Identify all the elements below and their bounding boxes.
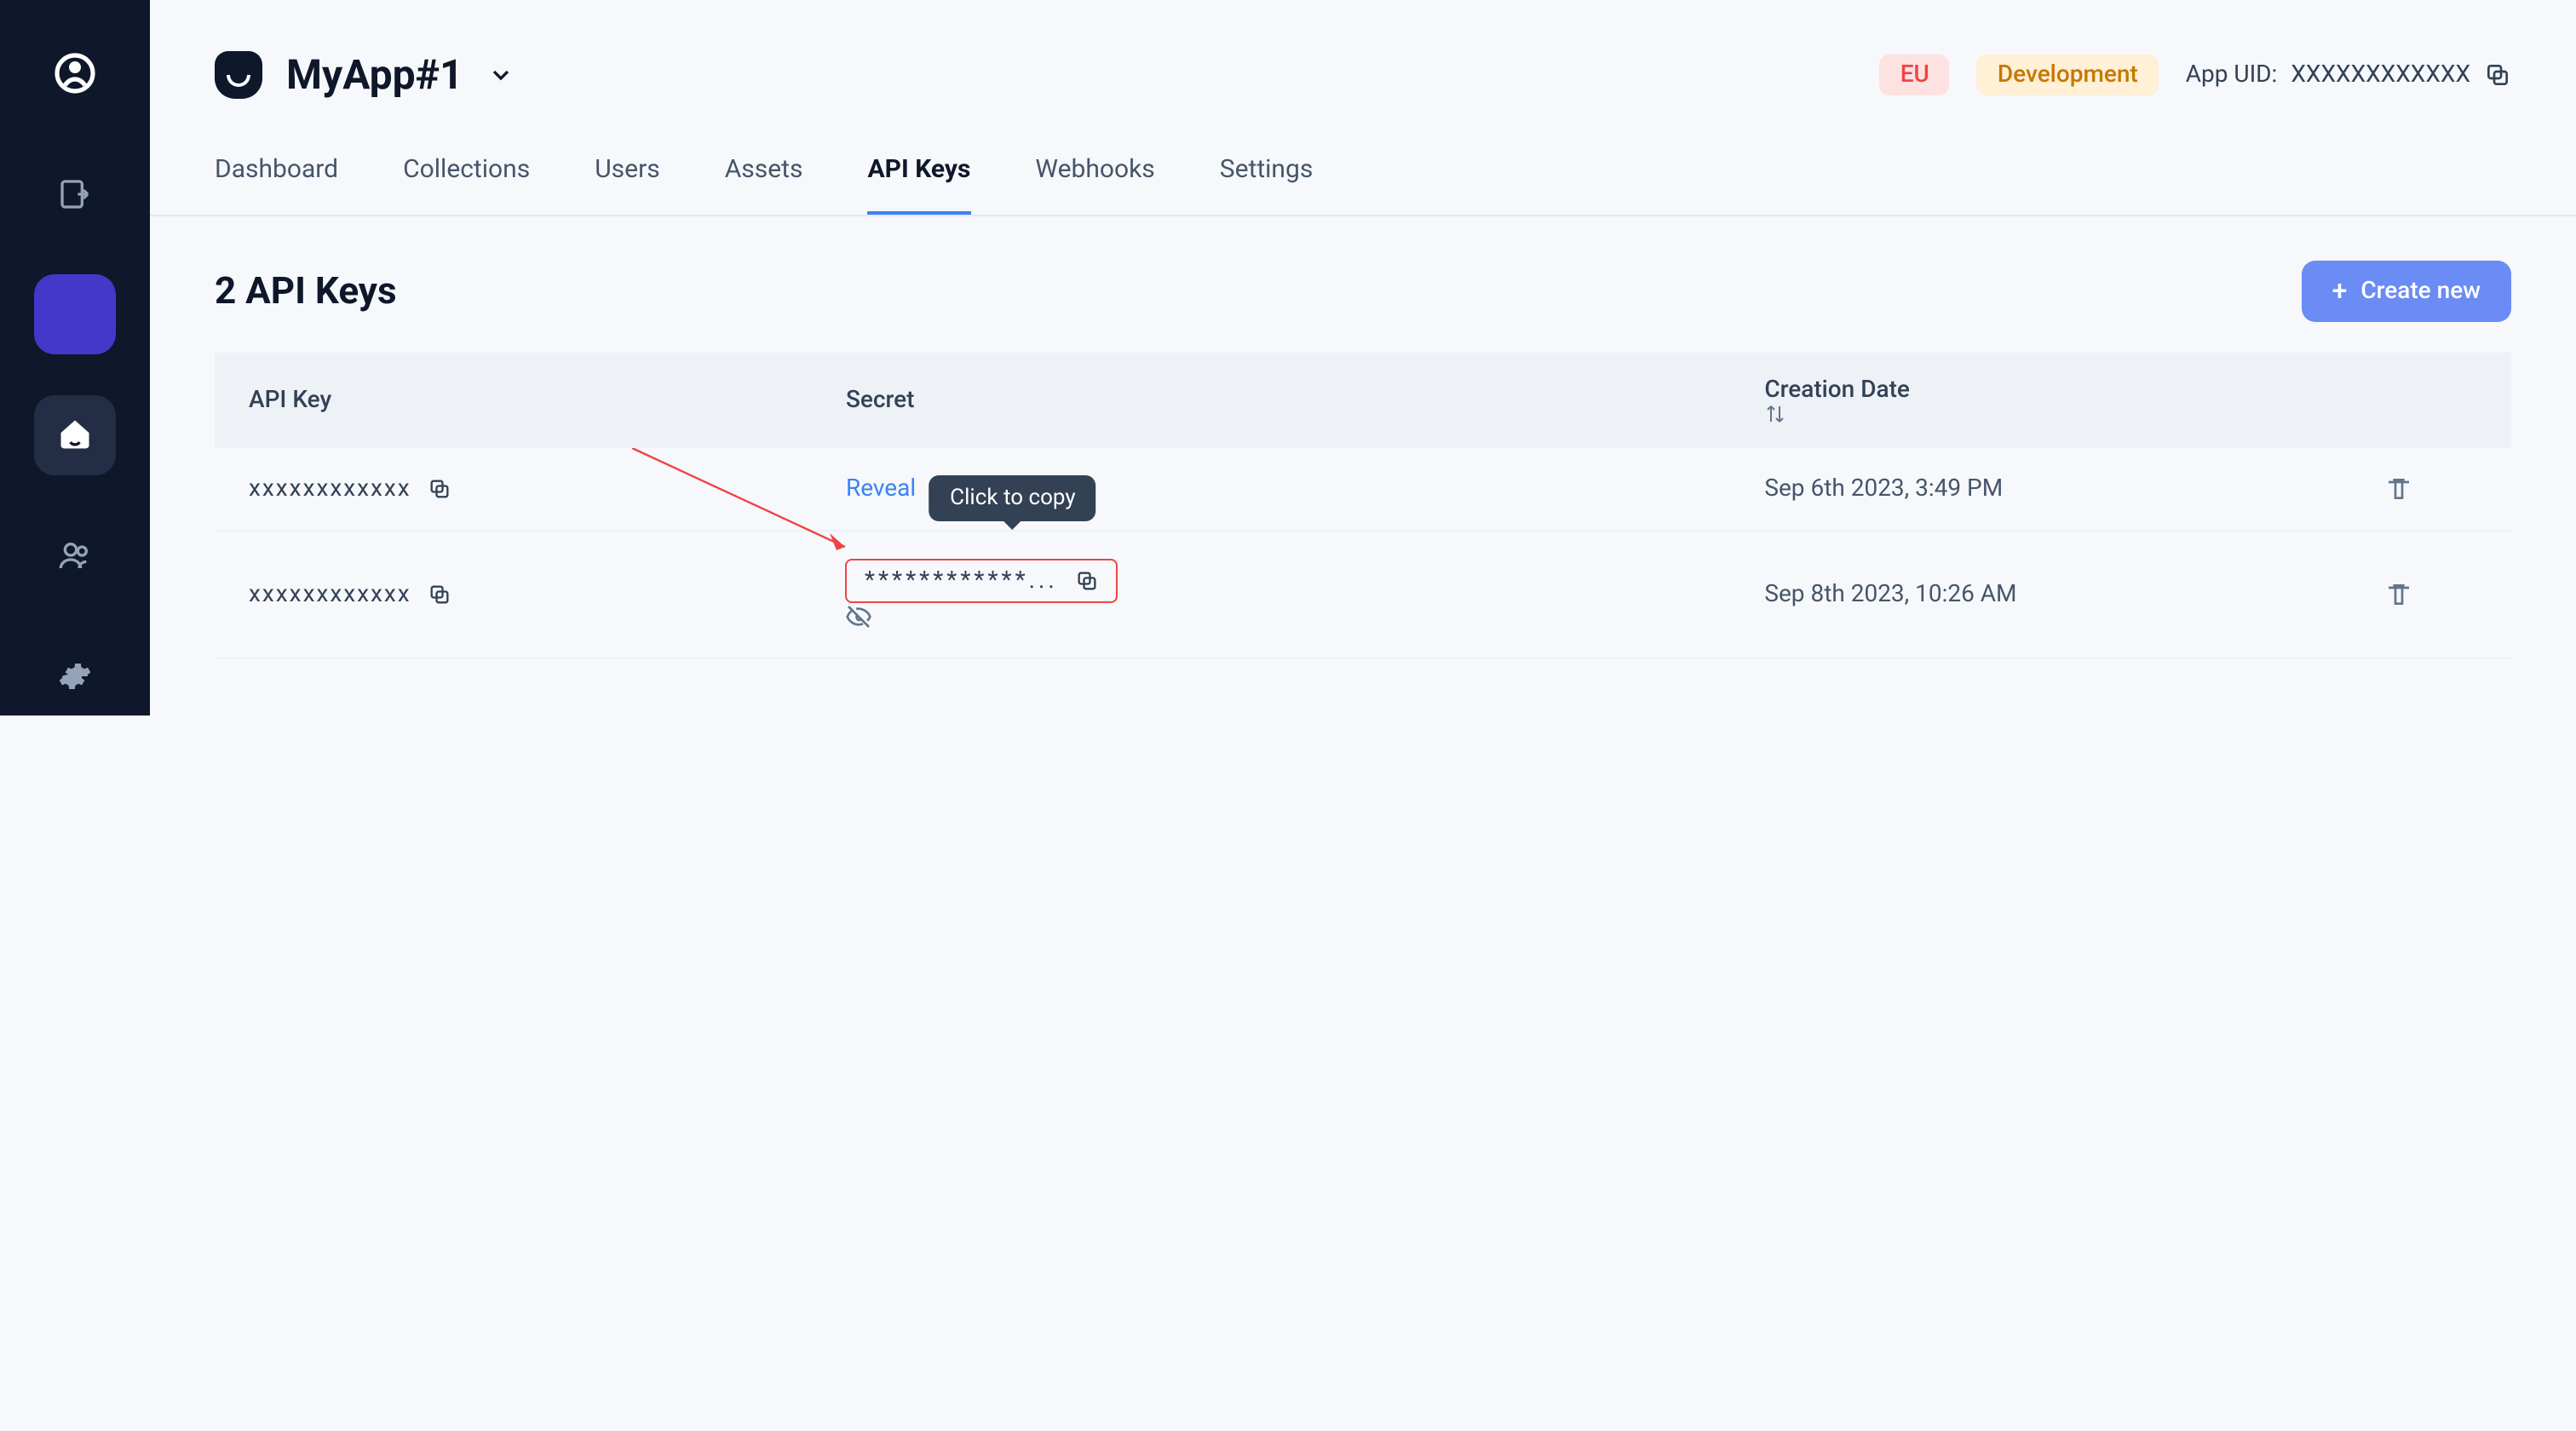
brand-logo-icon[interactable] <box>34 34 116 113</box>
sort-icon[interactable] <box>1764 405 2316 425</box>
nav-item-current-app[interactable] <box>34 275 116 354</box>
tabs: Dashboard Collections Users Assets API K… <box>150 129 2576 216</box>
nav-item-exit[interactable] <box>34 154 116 233</box>
main-panel: MyApp#1 EU Development App UID: XXXXXXXX… <box>150 0 2576 716</box>
reveal-secret-link[interactable]: Reveal <box>846 476 916 503</box>
nav-item-home[interactable] <box>34 395 116 474</box>
api-key-value: xxxxxxxxxxxx <box>249 476 411 503</box>
create-new-label: Create new <box>2360 278 2481 305</box>
app-icon <box>215 51 262 99</box>
tooltip-click-to-copy: Click to copy <box>929 476 1096 522</box>
tab-api-keys[interactable]: API Keys <box>867 129 970 215</box>
th-date-label: Creation Date <box>1764 376 1910 404</box>
th-date[interactable]: Creation Date <box>1730 353 2350 449</box>
app-name: MyApp#1 <box>286 51 463 99</box>
copy-icon[interactable] <box>1075 570 1099 594</box>
api-keys-table: API Key Secret Creation Date <box>215 353 2511 660</box>
api-key-value: xxxxxxxxxxxx <box>249 582 411 609</box>
sidebar <box>0 0 150 716</box>
trash-icon[interactable] <box>2384 476 2477 503</box>
secret-masked-box[interactable]: ************... <box>846 560 1118 604</box>
secret-masked-value: ************... <box>865 568 1058 595</box>
th-api-key: API Key <box>215 353 812 449</box>
app-uid-label: App UID: <box>2186 61 2278 89</box>
tab-assets[interactable]: Assets <box>725 129 803 215</box>
app-uid-value: XXXXXXXXXXXX <box>2291 61 2470 89</box>
copy-icon[interactable] <box>428 583 452 607</box>
app-selector[interactable]: MyApp#1 <box>215 51 515 99</box>
create-new-button[interactable]: + Create new <box>2302 261 2511 322</box>
th-actions <box>2350 353 2511 449</box>
tab-users[interactable]: Users <box>595 129 660 215</box>
chevron-down-icon[interactable] <box>487 61 515 89</box>
table-row: xxxxxxxxxxxx ************... <box>215 532 2511 659</box>
nav-item-users[interactable] <box>34 515 116 595</box>
app-meta: EU Development App UID: XXXXXXXXXXXX <box>1880 55 2511 95</box>
topbar: MyApp#1 EU Development App UID: XXXXXXXX… <box>150 0 2576 129</box>
app-uid: App UID: XXXXXXXXXXXX <box>2186 61 2511 89</box>
region-badge: EU <box>1880 55 1950 95</box>
tab-webhooks[interactable]: Webhooks <box>1035 129 1154 215</box>
nav-item-settings[interactable] <box>34 636 116 716</box>
creation-date: Sep 8th 2023, 10:26 AM <box>1730 532 2350 659</box>
tab-collections[interactable]: Collections <box>403 129 530 215</box>
env-badge: Development <box>1977 55 2159 95</box>
api-keys-section: 2 API Keys + Create new API Key Secret C… <box>150 216 2576 704</box>
section-title: 2 API Keys <box>215 270 397 313</box>
eye-off-icon[interactable] <box>846 604 1696 631</box>
copy-icon[interactable] <box>2484 61 2511 89</box>
th-secret: Secret <box>812 353 1730 449</box>
table-wrapper: API Key Secret Creation Date <box>215 353 2511 660</box>
creation-date: Sep 6th 2023, 3:49 PM <box>1730 449 2350 532</box>
copy-icon[interactable] <box>428 478 452 502</box>
plus-icon: + <box>2332 278 2348 305</box>
tab-dashboard[interactable]: Dashboard <box>215 129 338 215</box>
table-row: xxxxxxxxxxxx Reveal Sep 6th 2023, 3:49 P… <box>215 449 2511 532</box>
tab-settings[interactable]: Settings <box>1220 129 1314 215</box>
trash-icon[interactable] <box>2384 582 2477 609</box>
